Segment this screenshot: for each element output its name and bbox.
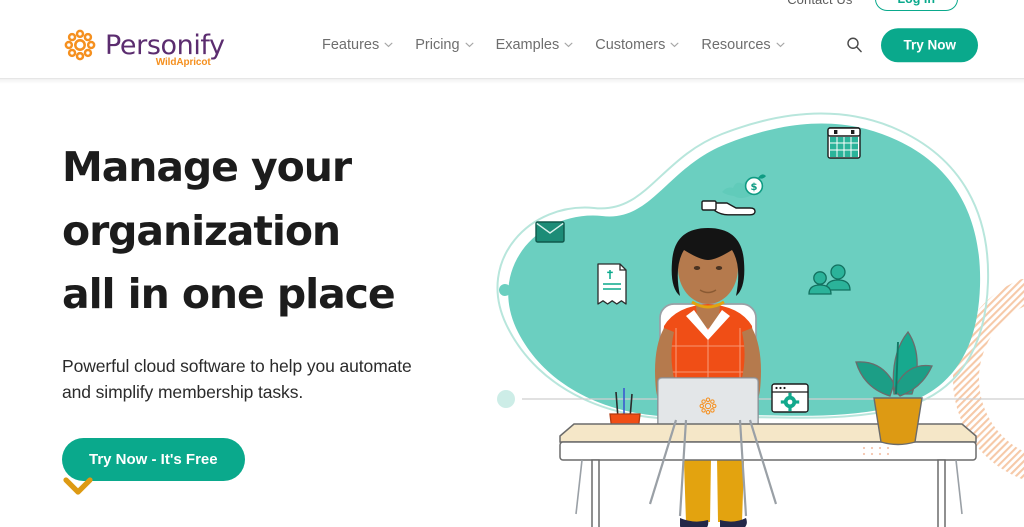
hero-subtitle-line-2: and simplify membership tasks. [62, 382, 304, 403]
main-navigation: Features Pricing Examples Customers Reso… [322, 37, 785, 53]
hero-subtitle: Powerful cloud software to help you auto… [62, 353, 452, 406]
brand-name: Personify [105, 29, 225, 61]
nav-item-customers[interactable]: Customers [595, 37, 679, 53]
search-icon[interactable] [846, 37, 863, 54]
chevron-down-icon [465, 42, 474, 48]
hero-title-line-1: Manage your organization [62, 143, 352, 255]
person-eye-right [715, 266, 723, 270]
nav-item-resources[interactable]: Resources [701, 37, 785, 53]
hero-copy: Manage your organization all in one plac… [62, 136, 562, 481]
person-eye-left [693, 266, 701, 270]
hero-title-line-2: all in one place [62, 270, 396, 319]
utility-bar: Contact Us Log In [0, 0, 1024, 12]
header-shadow [0, 79, 1024, 84]
chevron-down-icon [384, 42, 393, 48]
log-in-button[interactable]: Log In [874, 0, 958, 12]
hero-subtitle-line-1: Powerful cloud software to help you auto… [62, 355, 412, 376]
nav-label: Features [322, 37, 380, 53]
calendar-icon [827, 127, 861, 159]
nav-item-features[interactable]: Features [322, 37, 393, 53]
hero-section: $ Manage your organization all in one pl… [0, 84, 1024, 527]
header-divider [0, 78, 1024, 79]
page-title: Manage your organization all in one plac… [62, 136, 562, 327]
chevron-down-icon [564, 42, 573, 48]
nav-label: Resources [701, 37, 771, 53]
nav-item-examples[interactable]: Examples [496, 37, 574, 53]
invoice-icon [597, 263, 627, 305]
settings-window-icon [771, 383, 809, 413]
header-actions: Try Now [846, 28, 978, 62]
nav-item-pricing[interactable]: Pricing [415, 37, 474, 53]
brand-sub-name: WildApricot [155, 56, 211, 68]
flower-sun-icon [64, 29, 96, 61]
site-header: Personify WildApricot Features Pricing E… [0, 12, 1024, 78]
hero-landing-page: Contact Us Log In Personify [0, 0, 1024, 527]
nav-label: Pricing [415, 37, 460, 53]
chevron-down-icon [776, 42, 785, 48]
nav-label: Customers [595, 37, 666, 53]
contact-us-link[interactable]: Contact Us [787, 0, 852, 7]
try-now-button[interactable]: Try Now [881, 28, 978, 62]
brand-logo[interactable]: Personify WildApricot [62, 27, 225, 68]
scroll-down-chevron-icon[interactable] [62, 475, 94, 497]
svg-text:$: $ [751, 182, 758, 193]
chevron-down-icon [670, 42, 679, 48]
nav-label: Examples [495, 37, 560, 53]
